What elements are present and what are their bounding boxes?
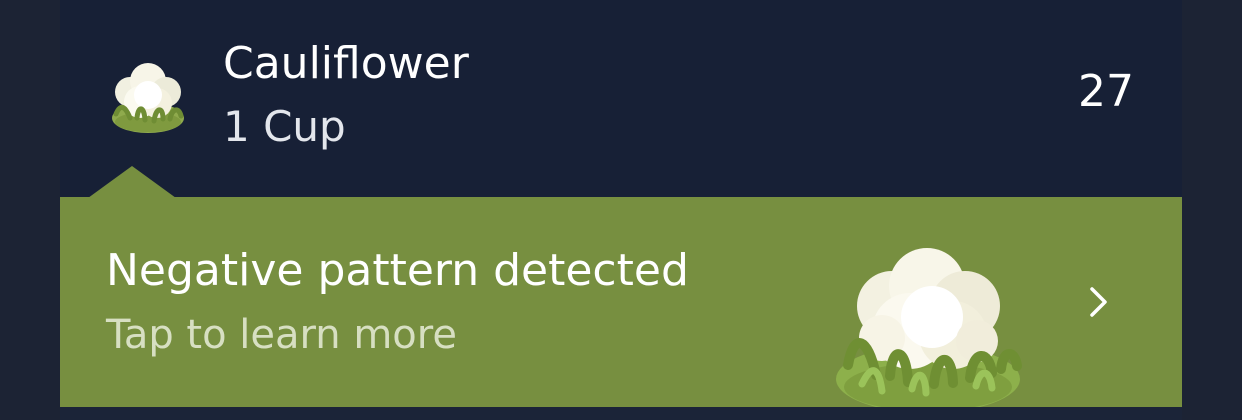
food-value: 27 [1078, 66, 1134, 117]
banner-pointer [88, 166, 176, 198]
food-card: Cauliflower 1 Cup 27 Negative pattern de… [60, 0, 1182, 420]
food-serving: 1 Cup [223, 102, 346, 151]
app-screen: Cauliflower 1 Cup 27 Negative pattern de… [0, 0, 1242, 420]
pattern-banner[interactable]: Negative pattern detected Tap to learn m… [60, 197, 1182, 407]
banner-subtitle: Tap to learn more [106, 312, 457, 358]
chevron-right-icon[interactable] [1086, 283, 1112, 321]
banner-title: Negative pattern detected [106, 245, 689, 296]
cauliflower-illustration [820, 243, 1030, 407]
food-name: Cauliflower [223, 38, 469, 89]
food-row[interactable]: Cauliflower 1 Cup 27 [60, 0, 1182, 198]
cauliflower-icon [106, 52, 190, 136]
card-bottom-strip [60, 407, 1182, 420]
